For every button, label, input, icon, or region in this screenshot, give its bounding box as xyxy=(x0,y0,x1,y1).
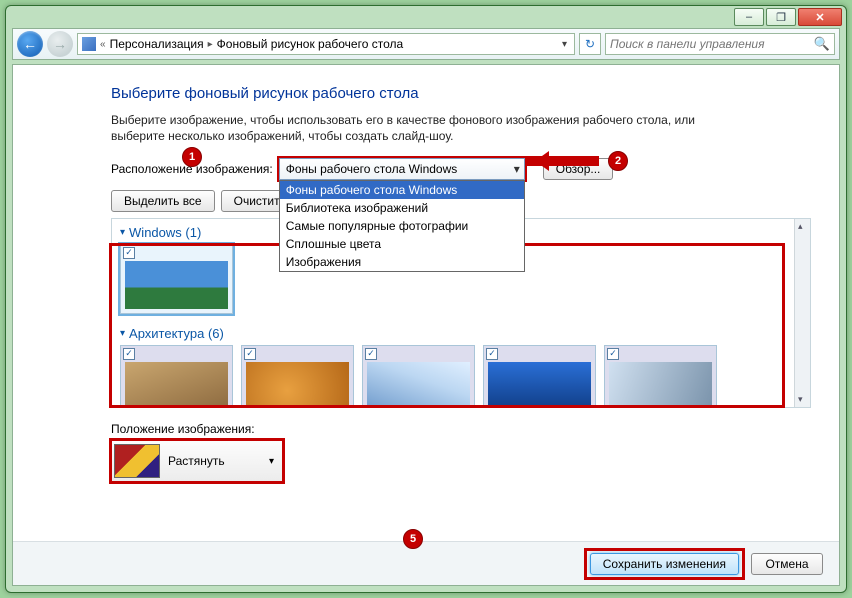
annotation-arrow-2 xyxy=(527,156,599,166)
control-panel-icon xyxy=(82,37,96,51)
thumb-checkbox[interactable]: ✓ xyxy=(244,348,256,360)
breadcrumb-dropdown-icon[interactable]: ▾ xyxy=(559,39,570,50)
location-row: Расположение изображения: Фоны рабочего … xyxy=(111,158,811,180)
wallpaper-thumb[interactable]: ✓ xyxy=(362,345,475,408)
chevron-down-icon: ▾ xyxy=(269,456,274,467)
wallpaper-thumb[interactable]: ✓ xyxy=(604,345,717,408)
wallpaper-thumb[interactable]: ✓ xyxy=(120,244,233,314)
combo-option[interactable]: Библиотека изображений xyxy=(280,199,524,217)
position-label: Положение изображения: xyxy=(111,422,811,436)
location-combo-field[interactable]: Фоны рабочего стола Windows xyxy=(279,158,525,180)
cancel-button[interactable]: Отмена xyxy=(751,553,823,575)
search-icon[interactable]: 🔍 xyxy=(814,36,830,52)
wallpaper-thumb[interactable]: ✓ xyxy=(120,345,233,408)
search-input[interactable] xyxy=(610,37,814,51)
breadcrumb-item-wallpaper[interactable]: Фоновый рисунок рабочего стола xyxy=(217,37,404,51)
nav-back-button[interactable]: ← xyxy=(17,31,43,57)
thumb-checkbox[interactable]: ✓ xyxy=(607,348,619,360)
close-button[interactable]: ✕ xyxy=(798,8,842,26)
thumb-checkbox[interactable]: ✓ xyxy=(123,348,135,360)
combo-option[interactable]: Самые популярные фотографии xyxy=(280,217,524,235)
page-intro: Выберите изображение, чтобы использовать… xyxy=(111,112,741,144)
annotation-badge-1: 1 xyxy=(182,147,202,167)
thumbs-architecture: ✓ ✓ ✓ ✓ ✓ ✓ xyxy=(112,345,810,408)
save-button[interactable]: Сохранить изменения xyxy=(590,553,739,575)
wallpaper-thumb[interactable]: ✓ xyxy=(241,345,354,408)
thumb-image xyxy=(488,362,591,408)
search-box[interactable]: 🔍 xyxy=(605,33,835,55)
gallery-scrollbar[interactable] xyxy=(794,219,810,407)
refresh-button[interactable]: ↻ xyxy=(579,33,601,55)
thumb-image xyxy=(367,362,470,408)
titlebar: – ❐ ✕ xyxy=(6,6,846,28)
breadcrumb[interactable]: « Персонализация ▸ Фоновый рисунок рабоч… xyxy=(77,33,575,55)
nav-forward-button: → xyxy=(47,31,73,57)
thumb-checkbox[interactable]: ✓ xyxy=(486,348,498,360)
location-combo-dropdown: Фоны рабочего стола Windows Библиотека и… xyxy=(279,180,525,272)
annotation-badge-2: 2 xyxy=(608,151,628,171)
combo-option[interactable]: Фоны рабочего стола Windows xyxy=(280,181,524,199)
chevron-right-icon: ▸ xyxy=(208,39,213,50)
breadcrumb-prefix: « xyxy=(100,39,106,50)
combo-option[interactable]: Изображения xyxy=(280,253,524,271)
thumb-checkbox[interactable]: ✓ xyxy=(365,348,377,360)
position-value: Растянуть xyxy=(168,454,225,468)
window: – ❐ ✕ ← → « Персонализация ▸ Фоновый рис… xyxy=(5,5,847,593)
select-all-button[interactable]: Выделить все xyxy=(111,190,215,212)
position-select[interactable]: Растянуть ▾ xyxy=(111,440,283,482)
position-preview-icon xyxy=(114,444,160,478)
minimize-button[interactable]: – xyxy=(734,8,764,26)
thumb-checkbox[interactable]: ✓ xyxy=(123,247,135,259)
thumb-image xyxy=(125,362,228,408)
combo-option[interactable]: Сплошные цвета xyxy=(280,235,524,253)
group-header-architecture[interactable]: Архитектура (6) xyxy=(112,320,810,345)
thumb-image xyxy=(246,362,349,408)
content-area: Выберите фоновый рисунок рабочего стола … xyxy=(12,64,840,586)
annotation-badge-5: 5 xyxy=(403,529,423,549)
breadcrumb-item-personalization[interactable]: Персонализация xyxy=(110,37,204,51)
maximize-button[interactable]: ❐ xyxy=(766,8,796,26)
footer-bar: Сохранить изменения Отмена xyxy=(13,541,839,585)
thumb-image xyxy=(125,261,228,309)
navbar: ← → « Персонализация ▸ Фоновый рисунок р… xyxy=(12,28,840,60)
location-combo[interactable]: Фоны рабочего стола Windows Фоны рабочег… xyxy=(279,158,525,180)
page-title: Выберите фоновый рисунок рабочего стола xyxy=(111,85,811,102)
wallpaper-thumb[interactable]: ✓ xyxy=(483,345,596,408)
thumb-image xyxy=(609,362,712,408)
